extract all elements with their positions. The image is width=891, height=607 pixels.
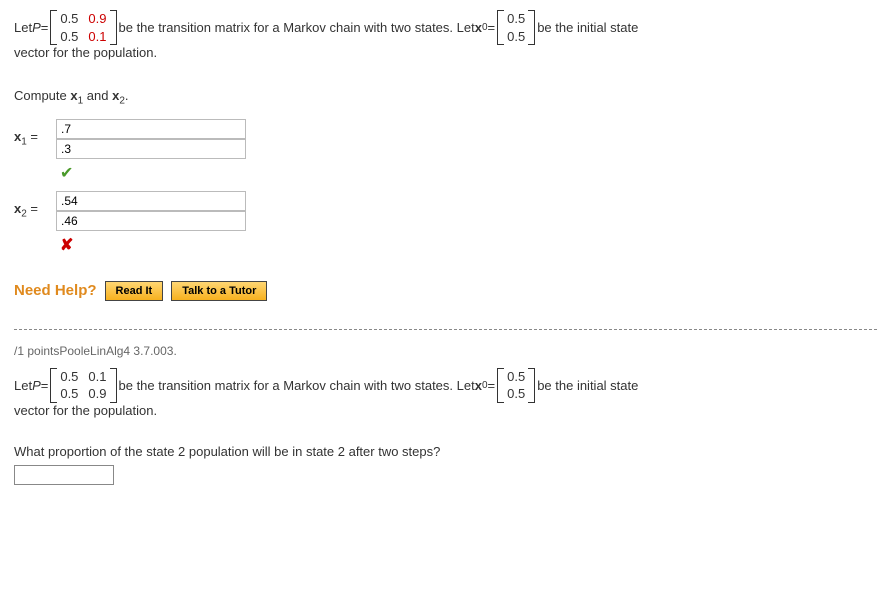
x2-label: x2 = (14, 201, 56, 220)
x2-row: x2 = (14, 191, 877, 231)
matrix-cell: 0.1 (88, 28, 106, 46)
matrix-cell: 0.5 (60, 385, 78, 403)
text-tail: be the initial state (537, 378, 638, 393)
var-x: x (475, 20, 482, 35)
text-eq2: = (488, 378, 496, 393)
text-eq: = (41, 20, 49, 35)
matrix-cell: 0.9 (88, 385, 106, 403)
q2-answer-input[interactable] (14, 465, 114, 485)
check-icon: ✔ (60, 165, 73, 182)
vector-x0: 0.5 0.5 (497, 10, 535, 45)
need-help-label: Need Help? (14, 282, 97, 299)
text-let: Let (14, 378, 32, 393)
question-divider (14, 329, 877, 330)
x1-correct-mark: ✔ (60, 163, 877, 183)
var-P: P (32, 20, 41, 35)
q2-problem-line: Let P = 0.5 0.1 0.5 0.9 be the transitio… (14, 368, 877, 403)
q2-question-text: What proportion of the state 2 populatio… (14, 444, 877, 459)
x2-input-1[interactable] (56, 191, 246, 211)
x1-input-1[interactable] (56, 119, 246, 139)
x1-label: x1 = (14, 129, 56, 148)
vector-cell: 0.5 (507, 385, 525, 403)
talk-to-tutor-button[interactable]: Talk to a Tutor (171, 281, 267, 301)
matrix-P-q2: 0.5 0.1 0.5 0.9 (50, 368, 116, 403)
matrix-cell: 0.9 (88, 10, 106, 28)
text-mid: be the transition matrix for a Markov ch… (119, 20, 475, 35)
x1-input-2[interactable] (56, 139, 246, 159)
compute-instruction: Compute x1 and x2. (14, 88, 877, 107)
q2-line2: vector for the population. (14, 403, 877, 418)
matrix-cell: 0.1 (88, 368, 106, 386)
x1-row: x1 = (14, 119, 877, 159)
read-it-button[interactable]: Read It (105, 281, 164, 301)
matrix-cell: 0.5 (60, 28, 78, 46)
var-x: x (475, 378, 482, 393)
var-P: P (32, 378, 41, 393)
text-eq2: = (488, 20, 496, 35)
cross-icon: ✘ (60, 237, 73, 254)
q1-problem-line: Let P = 0.5 0.9 0.5 0.1 be the transitio… (14, 10, 877, 45)
points-line: /1 pointsPooleLinAlg4 3.7.003. (14, 344, 877, 358)
need-help-row: Need Help? Read It Talk to a Tutor (14, 281, 877, 301)
text-tail: be the initial state (537, 20, 638, 35)
text-eq: = (41, 378, 49, 393)
vector-cell: 0.5 (507, 368, 525, 386)
x2-input-2[interactable] (56, 211, 246, 231)
x2-incorrect-mark: ✘ (60, 235, 877, 255)
matrix-P: 0.5 0.9 0.5 0.1 (50, 10, 116, 45)
matrix-cell: 0.5 (60, 10, 78, 28)
text-mid: be the transition matrix for a Markov ch… (119, 378, 475, 393)
vector-x0-q2: 0.5 0.5 (497, 368, 535, 403)
text-let: Let (14, 20, 32, 35)
vector-cell: 0.5 (507, 28, 525, 46)
vector-cell: 0.5 (507, 10, 525, 28)
q1-line2: vector for the population. (14, 45, 877, 60)
matrix-cell: 0.5 (60, 368, 78, 386)
